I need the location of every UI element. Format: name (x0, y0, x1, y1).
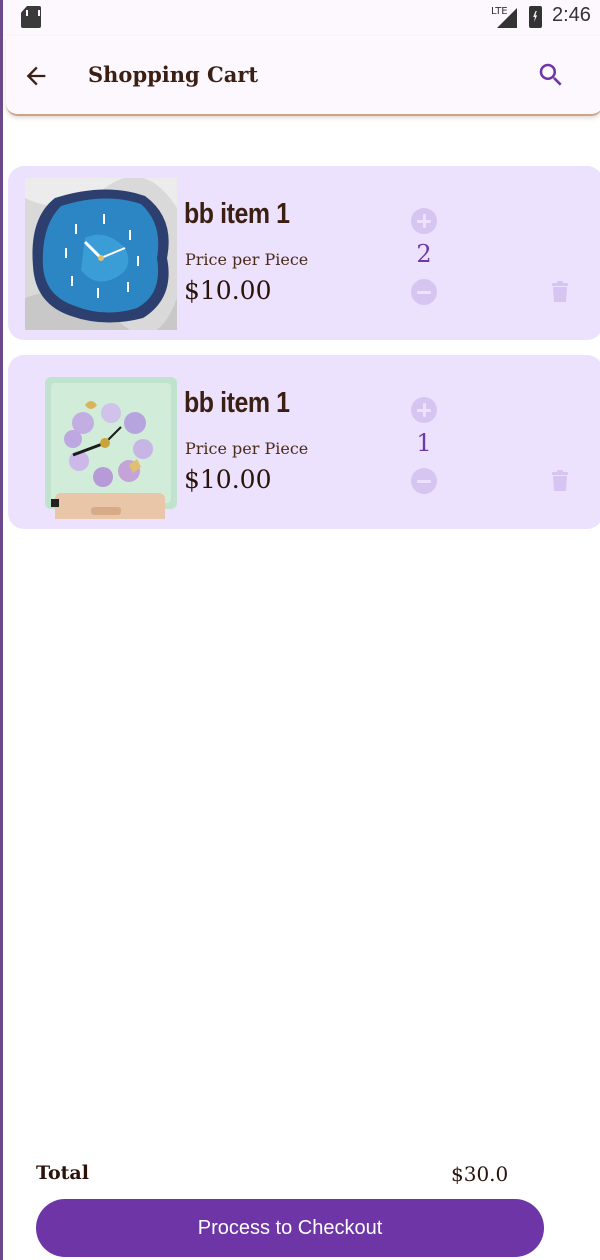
page-title: Shopping Cart (88, 62, 259, 87)
item-quantity: 1 (416, 429, 432, 457)
item-name[interactable]: bb item 1 (184, 387, 290, 420)
price-label: Price per Piece (185, 250, 309, 269)
item-price: $10.00 (184, 465, 272, 494)
product-image (25, 367, 177, 519)
status-bar: LTE 2:46 (3, 0, 600, 36)
item-price: $10.00 (184, 276, 272, 305)
status-time: 2:46 (552, 4, 591, 26)
search-icon[interactable] (536, 60, 566, 90)
network-type: LTE (491, 6, 508, 17)
app-bar: Shopping Cart (6, 36, 600, 116)
price-label: Price per Piece (185, 439, 309, 458)
plus-circle-icon[interactable] (411, 208, 437, 234)
cart-item: bb item 1 Price per Piece $10.00 2 (8, 166, 600, 340)
app-screen: LTE 2:46 Shopping Cart bb item 1 Price p… (0, 0, 600, 1260)
arrow-left-icon[interactable] (22, 62, 50, 90)
trash-icon[interactable] (551, 281, 569, 303)
trash-icon[interactable] (551, 470, 569, 492)
total-label: Total (36, 1162, 89, 1184)
total-value: $30.0 (451, 1162, 509, 1186)
item-name[interactable]: bb item 1 (184, 198, 290, 231)
product-image (25, 178, 177, 330)
cart-item: bb item 1 Price per Piece $10.00 1 (8, 355, 600, 529)
item-quantity: 2 (416, 240, 432, 268)
plus-circle-icon[interactable] (411, 397, 437, 423)
minus-circle-icon[interactable] (411, 468, 437, 494)
sim-card-icon (21, 6, 41, 28)
minus-circle-icon[interactable] (411, 279, 437, 305)
checkout-button[interactable]: Process to Checkout (36, 1199, 544, 1257)
battery-charging-icon (529, 6, 542, 28)
